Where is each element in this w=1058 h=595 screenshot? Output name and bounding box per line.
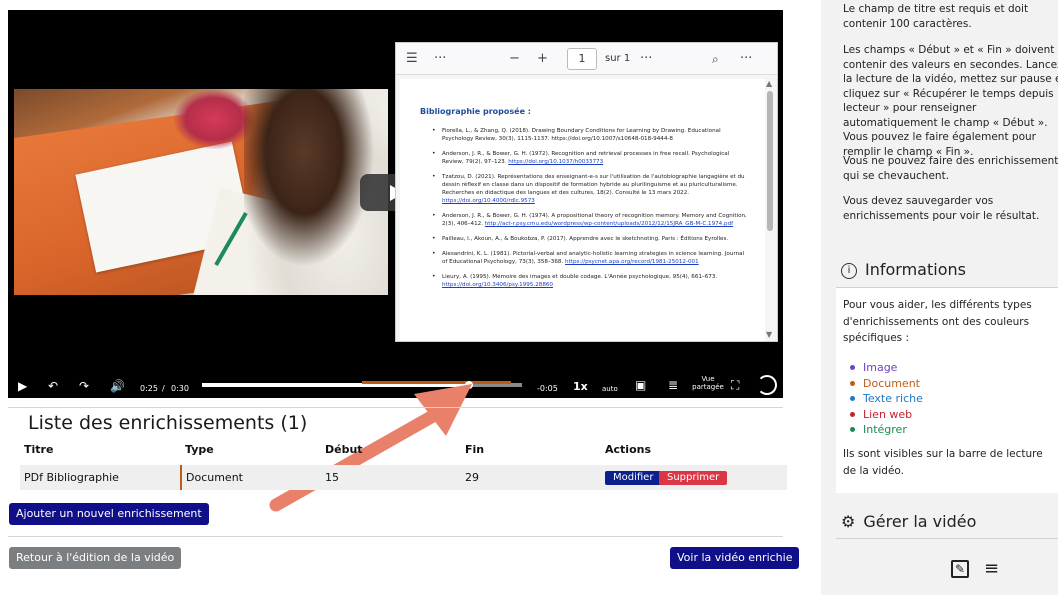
document-type-marker bbox=[180, 465, 182, 490]
column-header-titre: Titre bbox=[24, 443, 54, 456]
pdf-reference: Alesandrini, K. L. (1981). Pictorial-ver… bbox=[432, 250, 750, 266]
volume-icon[interactable]: 🔊 bbox=[110, 378, 125, 394]
shared-view-toggle[interactable]: Vue partagée bbox=[692, 375, 724, 391]
pdf-reference-text: Pailleau, I., Akoun, A., & Boukobza, P. … bbox=[442, 236, 729, 242]
info-icon: i bbox=[841, 263, 857, 279]
type-color-legend: Image Document Texte riche Lien web Intégrer bbox=[850, 360, 923, 438]
progress-handle[interactable] bbox=[464, 381, 473, 389]
informations-heading: i Informations bbox=[841, 260, 966, 279]
cell-type: Document bbox=[186, 471, 243, 484]
legend-visible-text: Ils sont visibles sur la barre de lectur… bbox=[843, 448, 1043, 477]
pdf-toolbar: ☰ ··· − + 1 sur 1 ··· ⌕ ··· bbox=[396, 43, 777, 75]
pdf-reference-text: Fiorella, L., & Zhang, Q. (2018). Drawin… bbox=[442, 128, 721, 142]
gear-icon: ⚙ bbox=[841, 512, 856, 531]
replay-icon[interactable]: ↶ bbox=[48, 378, 58, 394]
pdf-page: Bibliographie proposée : Fiorella, L., &… bbox=[400, 79, 765, 341]
zoom-in-icon[interactable]: + bbox=[537, 50, 548, 68]
manage-video-heading: ⚙ Gérer la vidéo bbox=[841, 512, 976, 531]
legend-item: Document bbox=[850, 376, 923, 392]
video-frame[interactable] bbox=[14, 89, 388, 295]
pdf-reference-text: Lieury, A. (1995). Mémoire des images et… bbox=[442, 274, 718, 280]
info-text: Pour vous aider, les différents types d'… bbox=[843, 299, 1032, 344]
pdf-reference-list: Fiorella, L., & Zhang, Q. (2018). Drawin… bbox=[432, 127, 750, 296]
forward-icon[interactable]: ↷ bbox=[79, 378, 89, 394]
back-to-edit-button[interactable]: Retour à l'édition de la vidéo bbox=[9, 547, 182, 569]
time-separator: / bbox=[162, 384, 165, 393]
pdf-scrollbar[interactable]: ▲ ▼ bbox=[766, 79, 774, 341]
progress-bar[interactable] bbox=[202, 381, 522, 389]
pdf-reference: Anderson, J. R., & Bower, G. H. (1974). … bbox=[432, 212, 750, 228]
manage-video-title: Gérer la vidéo bbox=[863, 512, 977, 531]
divider bbox=[8, 536, 783, 537]
legend-item: Lien web bbox=[850, 407, 923, 423]
menu-icon[interactable]: ≡ bbox=[984, 559, 999, 579]
sidebar-toggle-icon[interactable]: ☰ bbox=[406, 50, 418, 68]
more-icon[interactable]: ··· bbox=[740, 50, 752, 68]
help-text-save: Vous devez sauvegarder vos enrichissemen… bbox=[843, 195, 1040, 222]
video-scene-child bbox=[174, 89, 254, 149]
chapters-icon[interactable]: ≣ bbox=[668, 377, 678, 393]
play-icon[interactable]: ▶ bbox=[18, 378, 27, 394]
playback-speed[interactable]: 1x bbox=[573, 379, 588, 395]
duration: 0:30 bbox=[171, 384, 189, 393]
pip-icon[interactable]: ▣ bbox=[635, 377, 646, 393]
help-text-overlap: Vous ne pouvez faire des enrichissements… bbox=[843, 155, 1058, 182]
video-player[interactable]: ☰ ··· − + 1 sur 1 ··· ⌕ ··· Bibliographi… bbox=[8, 10, 783, 398]
info-card: Pour vous aider, les différents types d'… bbox=[836, 288, 1058, 493]
add-enrichment-button[interactable]: Ajouter un nouvel enrichissement bbox=[9, 503, 209, 525]
right-sidebar: Le champ de titre est requis et doit con… bbox=[821, 0, 1058, 595]
help-text-times: Les champs « Début » et « Fin » doivent … bbox=[843, 44, 1058, 158]
pdf-viewer[interactable]: ☰ ··· − + 1 sur 1 ··· ⌕ ··· Bibliographi… bbox=[395, 42, 778, 342]
divider bbox=[8, 407, 783, 408]
fullscreen-icon[interactable]: ⛶ bbox=[731, 377, 739, 393]
legend-item: Texte riche bbox=[850, 391, 923, 407]
zoom-out-icon[interactable]: − bbox=[509, 50, 520, 68]
pdf-reference-link[interactable]: https://doi.org/10.1037/h0033773 bbox=[508, 159, 603, 165]
pdf-reference-text: Tzatzou, D. (2021). Représentations des … bbox=[442, 174, 745, 196]
current-time: 0:25 bbox=[140, 384, 158, 393]
pdf-reference-link[interactable]: https://psycnet.apa.org/record/1981-2501… bbox=[565, 259, 699, 265]
enrichment-segment[interactable] bbox=[362, 381, 512, 384]
search-icon[interactable]: ⌕ bbox=[712, 50, 719, 68]
cell-titre: PDf Bibliographie bbox=[24, 471, 119, 484]
pdf-page-total: sur 1 bbox=[605, 53, 631, 64]
edit-icon[interactable]: ✎ bbox=[951, 560, 969, 578]
scroll-up-icon[interactable]: ▲ bbox=[766, 79, 772, 88]
pdf-scroll-thumb[interactable] bbox=[767, 91, 773, 231]
logo-icon bbox=[757, 375, 777, 395]
edit-enrichment-button[interactable]: Modifier bbox=[605, 471, 662, 485]
page: ☰ ··· − + 1 sur 1 ··· ⌕ ··· Bibliographi… bbox=[0, 0, 1058, 595]
scroll-down-icon[interactable]: ▼ bbox=[766, 330, 772, 339]
pdf-reference: Lieury, A. (1995). Mémoire des images et… bbox=[432, 273, 750, 289]
quality-selector[interactable]: auto bbox=[602, 381, 618, 397]
divider bbox=[836, 538, 1058, 539]
player-controls: ▶ ↶ ↷ 🔊 0:25 / 0:30 -0:05 1x auto ▣ ≣ Vu… bbox=[8, 375, 783, 398]
pdf-reference: Anderson, J. R., & Bower, G. H. (1972). … bbox=[432, 150, 750, 166]
pdf-reference: Tzatzou, D. (2021). Représentations des … bbox=[432, 173, 750, 205]
cell-debut: 15 bbox=[325, 471, 339, 484]
column-header-debut: Début bbox=[325, 443, 363, 456]
more-icon[interactable]: ··· bbox=[640, 50, 652, 68]
informations-title: Informations bbox=[865, 260, 966, 279]
legend-item: Intégrer bbox=[850, 422, 923, 438]
pdf-reference: Fiorella, L., & Zhang, Q. (2018). Drawin… bbox=[432, 127, 750, 143]
pdf-reference-link[interactable]: http://act-r.psy.cmu.edu/wordpress/wp-co… bbox=[485, 221, 733, 227]
pdf-reference: Pailleau, I., Akoun, A., & Boukobza, P. … bbox=[432, 235, 750, 243]
delete-enrichment-button[interactable]: Supprimer bbox=[659, 471, 728, 485]
pdf-reference-link[interactable]: https://doi.org/10.3406/psy.1995.28860 bbox=[442, 282, 553, 288]
cell-fin: 29 bbox=[465, 471, 479, 484]
column-header-type: Type bbox=[185, 443, 214, 456]
legend-item: Image bbox=[850, 360, 923, 376]
pdf-page-input[interactable]: 1 bbox=[567, 48, 597, 70]
pdf-reference-link[interactable]: https://doi.org/10.4000/rdlc.9573 bbox=[442, 198, 535, 204]
view-enriched-video-button[interactable]: Voir la vidéo enrichie bbox=[670, 547, 800, 569]
help-text-title: Le champ de titre est requis et doit con… bbox=[843, 3, 1029, 30]
more-icon[interactable]: ··· bbox=[434, 50, 446, 68]
table-row: PDf Bibliographie Document 15 29 Modifie… bbox=[20, 465, 787, 490]
column-header-fin: Fin bbox=[465, 443, 485, 456]
pdf-heading: Bibliographie proposée : bbox=[420, 107, 531, 116]
enrichment-list-title: Liste des enrichissements (1) bbox=[28, 412, 308, 434]
remaining-time: -0:05 bbox=[537, 384, 558, 393]
column-header-actions: Actions bbox=[605, 443, 651, 456]
